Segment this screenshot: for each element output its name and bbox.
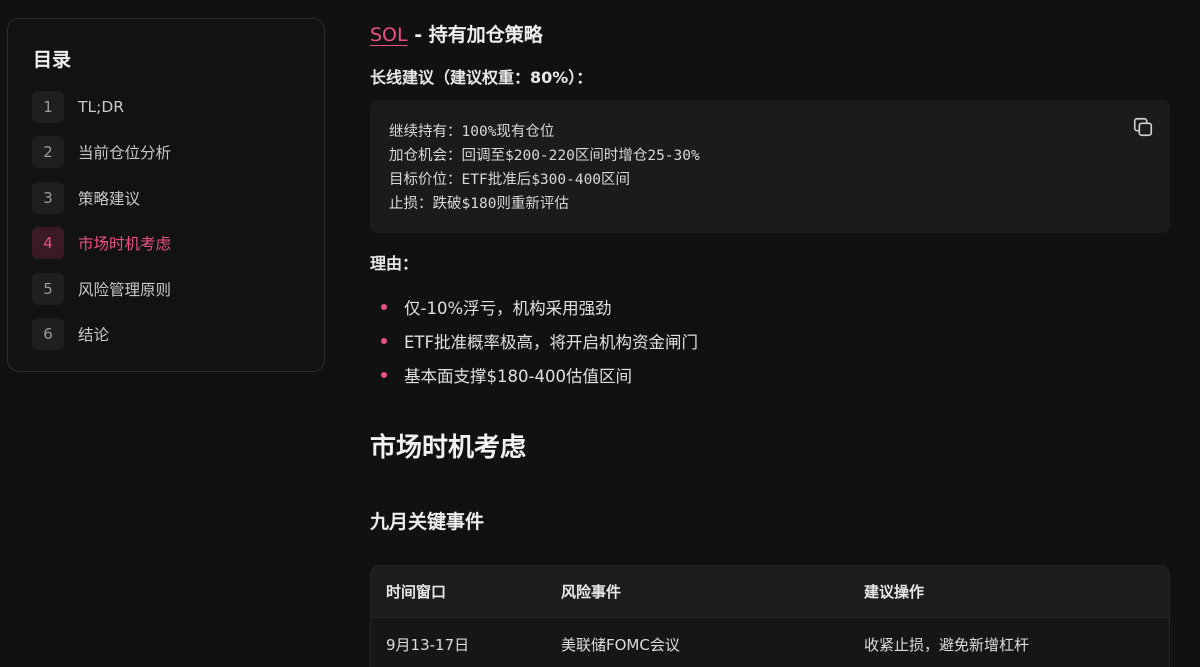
toc-item-label: 风险管理原则: [78, 280, 172, 299]
table-of-contents: 目录 1 TL;DR 2 当前仓位分析 3 策略建议 4 市场时机考虑 5 风险…: [7, 18, 325, 372]
sol-heading: SOL - 持有加仓策略: [370, 20, 543, 47]
toc-item-number: 1: [32, 90, 64, 123]
toc-item-label: 市场时机考虑: [78, 235, 172, 253]
events-table: 时间窗口 风险事件 建议操作 9月13-17日 美联储FOMC会议 收紧止损，避…: [370, 565, 1170, 667]
toc-item-label: 结论: [78, 326, 110, 344]
table-header-cell: 建议操作: [864, 583, 925, 601]
reason-text: 基本面支撑$180-400估值区间: [404, 367, 632, 386]
table-header-cell: 时间窗口: [386, 583, 447, 601]
code-line: 止损：跌破$180则重新评估: [389, 196, 569, 212]
code-line: 目标价位：ETF批准后$300-400区间: [389, 172, 631, 188]
toc-item-market-timing[interactable]: 4 市场时机考虑: [32, 227, 300, 260]
bullet-icon: [381, 372, 387, 378]
toc-item-number: 6: [32, 318, 64, 350]
copy-button[interactable]: [1130, 114, 1156, 140]
code-block: 继续持有：100%现有仓位 加仓机会：回调至$200-220区间时增仓25-30…: [370, 100, 1170, 233]
code-line: 加仓机会：回调至$200-220区间时增仓25-30%: [389, 148, 700, 164]
toc-item-strategy[interactable]: 3 策略建议: [32, 181, 300, 214]
bullet-icon: [381, 338, 387, 344]
toc-item-tldr[interactable]: 1 TL;DR: [32, 90, 300, 123]
copy-icon: [1133, 117, 1153, 137]
toc-item-number: 3: [32, 181, 64, 214]
table-cell: 收紧止损，避免新增杠杆: [864, 635, 1030, 654]
reason-list: 仅-10%浮亏，机构采用强劲 ETF批准概率极高，将开启机构资金闸门 基本面支撑…: [370, 290, 698, 392]
toc-item-number: 2: [32, 136, 64, 168]
list-item: 基本面支撑$180-400估值区间: [370, 358, 698, 392]
sol-heading-text: - 持有加仓策略: [407, 24, 543, 46]
toc-item-label: 当前仓位分析: [78, 144, 172, 162]
page: 目录 1 TL;DR 2 当前仓位分析 3 策略建议 4 市场时机考虑 5 风险…: [0, 0, 1200, 667]
table-header-row: 时间窗口 风险事件 建议操作: [371, 566, 1169, 618]
code-line: 继续持有：100%现有仓位: [389, 124, 555, 140]
toc-title: 目录: [33, 49, 72, 71]
toc-item-number: 5: [32, 272, 64, 305]
toc-item-number: 4: [32, 227, 64, 259]
long-term-heading: 长线建议（建议权重：80%）：: [370, 68, 593, 87]
bullet-icon: [381, 304, 387, 310]
table-header-cell: 风险事件: [561, 583, 622, 601]
table-cell: 美联储FOMC会议: [561, 635, 680, 654]
toc-item-risk-management[interactable]: 5 风险管理原则: [32, 272, 300, 305]
toc-item-position-analysis[interactable]: 2 当前仓位分析: [32, 136, 300, 169]
list-item: ETF批准概率极高，将开启机构资金闸门: [370, 324, 698, 358]
sol-link[interactable]: SOL: [370, 24, 408, 46]
list-item: 仅-10%浮亏，机构采用强劲: [370, 290, 698, 324]
reason-heading: 理由：: [370, 254, 419, 273]
reason-text: ETF批准概率极高，将开启机构资金闸门: [404, 333, 698, 352]
toc-item-label: TL;DR: [78, 97, 125, 116]
table-row: 9月13-17日 美联储FOMC会议 收紧止损，避免新增杠杆: [371, 618, 1169, 667]
toc-item-label: 策略建议: [78, 189, 141, 208]
reason-text: 仅-10%浮亏，机构采用强劲: [404, 299, 612, 318]
section-heading: 市场时机考虑: [370, 433, 527, 463]
toc-item-conclusion[interactable]: 6 结论: [32, 318, 300, 351]
subsection-heading: 九月关键事件: [370, 511, 485, 533]
table-cell: 9月13-17日: [386, 635, 470, 654]
